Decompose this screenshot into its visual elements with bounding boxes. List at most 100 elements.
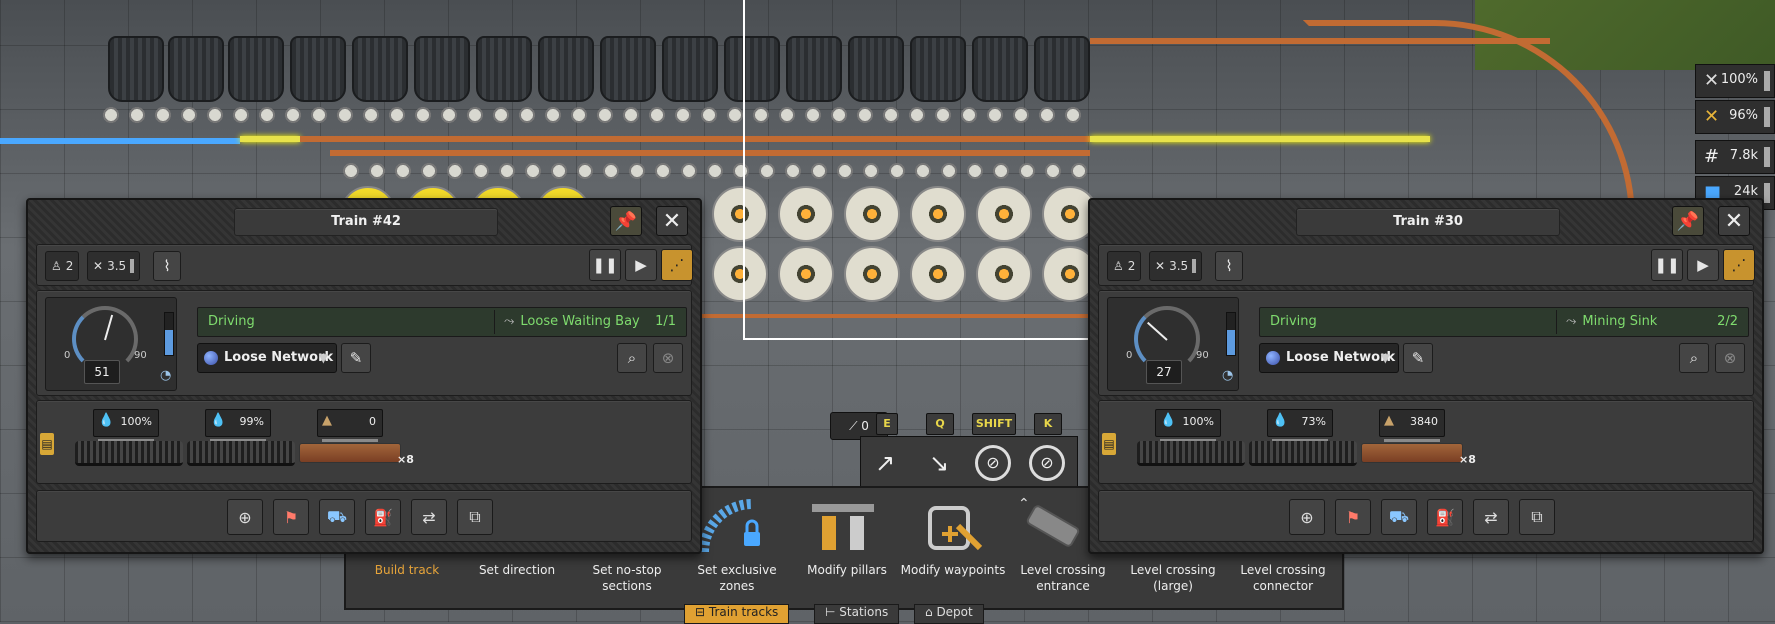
reverse-button[interactable]: ⇄ bbox=[1473, 499, 1509, 535]
crew-chip[interactable]: ♙ 2 bbox=[1107, 251, 1142, 281]
no-pillars-button[interactable]: ⊘ bbox=[975, 445, 1011, 481]
tank bbox=[844, 186, 900, 242]
locomotive[interactable] bbox=[1137, 441, 1245, 466]
clear-button[interactable]: ⊗ bbox=[1715, 343, 1745, 373]
copy-button[interactable]: ⧉ bbox=[457, 499, 493, 535]
locomotive[interactable] bbox=[75, 441, 183, 466]
camera-button[interactable]: ▶ bbox=[1687, 249, 1719, 281]
silo bbox=[290, 36, 346, 102]
throttle-bar[interactable] bbox=[1226, 312, 1236, 356]
cargo-icon: ▲ bbox=[1384, 413, 1394, 428]
wagon[interactable] bbox=[299, 443, 401, 463]
tool-level-crossing-connector[interactable]: Level crossing connector bbox=[1228, 562, 1338, 594]
crew-chip[interactable]: ♙ 2 bbox=[45, 251, 80, 281]
pause-button[interactable]: ❚❚ bbox=[589, 249, 621, 281]
refuel-button[interactable]: ⛽ bbox=[365, 499, 401, 535]
close-button[interactable]: ✕ bbox=[1718, 206, 1750, 236]
network-select[interactable]: Loose Network ▼ bbox=[1259, 343, 1399, 373]
tool-exclusive-zones[interactable]: Set exclusive zones bbox=[682, 562, 792, 594]
acceleration-icon: ◔ bbox=[160, 368, 172, 383]
silo bbox=[662, 36, 718, 102]
search-button[interactable]: ⌕ bbox=[1679, 343, 1709, 373]
close-button[interactable]: ✕ bbox=[656, 206, 688, 236]
tool-level-crossing-large[interactable]: Level crossing (large) bbox=[1118, 562, 1228, 594]
pin-button[interactable]: 📌 bbox=[1672, 206, 1704, 236]
locate-button[interactable]: ⊕ bbox=[227, 499, 263, 535]
copy-button[interactable]: ⧉ bbox=[1519, 499, 1555, 535]
chevron-up-icon[interactable]: ⌃ bbox=[1018, 496, 1030, 512]
maintenance-chip[interactable]: ✕ 3.5 bbox=[87, 251, 141, 281]
route-icon: ⋰ bbox=[669, 256, 685, 274]
tool-build-track[interactable]: Build track bbox=[352, 562, 462, 578]
tool-modify-waypoints[interactable]: Modify waypoints bbox=[898, 562, 1008, 578]
speed-input[interactable]: 51 bbox=[84, 360, 120, 384]
tab-depot[interactable]: ⌂ Depot bbox=[914, 604, 984, 624]
camera-button[interactable]: ▶ bbox=[625, 249, 657, 281]
network-select[interactable]: Loose Network ▼ bbox=[197, 343, 337, 373]
tow-button[interactable]: ⛟ bbox=[319, 499, 355, 535]
pillar-icon[interactable] bbox=[808, 498, 878, 554]
window-titlebar[interactable]: Train #30 📌 ✕ bbox=[1090, 200, 1762, 240]
clear-button[interactable]: ⊗ bbox=[653, 343, 683, 373]
close-icon: ✕ bbox=[1724, 208, 1744, 234]
destination-link[interactable]: ⤳ Loose Waiting Bay bbox=[504, 308, 640, 336]
stats-button[interactable]: ⌇ bbox=[1215, 251, 1243, 281]
refuel-button[interactable]: ⛽ bbox=[1427, 499, 1463, 535]
recover-button[interactable]: ⚑ bbox=[273, 499, 309, 535]
route-button[interactable]: ⋰ bbox=[1723, 249, 1755, 281]
tool-modify-pillars[interactable]: Modify pillars bbox=[792, 562, 902, 578]
wagon[interactable] bbox=[1361, 443, 1463, 463]
destination-link[interactable]: ⤳ Mining Sink bbox=[1566, 308, 1657, 336]
route-button[interactable]: ⋰ bbox=[661, 249, 693, 281]
tow-truck-icon: ⛟ bbox=[326, 506, 348, 526]
speed-input[interactable]: 27 bbox=[1146, 360, 1182, 384]
tools-icon: ✕ bbox=[1155, 259, 1166, 273]
recover-icon: ⚑ bbox=[1345, 507, 1361, 527]
slope-down-button[interactable]: ↘ bbox=[921, 445, 957, 481]
silo bbox=[352, 36, 408, 102]
tab-train-tracks[interactable]: ⊟ Train tracks bbox=[684, 604, 790, 624]
stats-button[interactable]: ⌇ bbox=[153, 251, 181, 281]
reverse-button[interactable]: ⇄ bbox=[411, 499, 447, 535]
key-hint-shift: SHIFT bbox=[972, 413, 1016, 435]
camera-icon: ▶ bbox=[1697, 256, 1709, 274]
key-hint-k: K bbox=[1034, 413, 1062, 435]
silo bbox=[724, 36, 780, 102]
waypoint-icon[interactable] bbox=[918, 498, 988, 554]
hud-track[interactable]: # 7.8k bbox=[1695, 140, 1775, 174]
edit-network-button[interactable]: ✎ bbox=[341, 343, 371, 373]
silo bbox=[168, 36, 224, 102]
locomotive[interactable] bbox=[187, 441, 295, 466]
route-icon: ⤳ bbox=[1566, 314, 1577, 329]
throttle-bar[interactable] bbox=[164, 312, 174, 356]
tool-no-stop-sections[interactable]: Set no-stop sections bbox=[572, 562, 682, 594]
slope-up-button[interactable]: ↗ bbox=[867, 445, 903, 481]
edit-network-button[interactable]: ✎ bbox=[1403, 343, 1433, 373]
locomotive[interactable] bbox=[1249, 441, 1357, 466]
train-actions: ⊕ ⚑ ⛟ ⛽ ⇄ ⧉ bbox=[1098, 490, 1754, 542]
consist-tab-icon[interactable]: ▤ bbox=[40, 433, 54, 455]
tool-level-crossing-entrance[interactable]: Level crossing entrance bbox=[1008, 562, 1118, 594]
recover-button[interactable]: ⚑ bbox=[1335, 499, 1371, 535]
hud-maintenance[interactable]: ✕ 100% bbox=[1695, 64, 1775, 98]
consist-tab-icon[interactable]: ▤ bbox=[1102, 433, 1116, 455]
pause-button[interactable]: ❚❚ bbox=[1651, 249, 1683, 281]
silo bbox=[414, 36, 470, 102]
search-button[interactable]: ⌕ bbox=[617, 343, 647, 373]
pin-icon: 📌 bbox=[614, 210, 638, 232]
hud-maintenance-2[interactable]: ✕ 96% bbox=[1695, 100, 1775, 134]
tab-stations[interactable]: ⊢ Stations bbox=[814, 604, 900, 624]
rail-track bbox=[300, 136, 1090, 142]
tool-set-direction[interactable]: Set direction bbox=[462, 562, 572, 578]
pin-button[interactable]: 📌 bbox=[610, 206, 642, 236]
maintenance-chip[interactable]: ✕ 3.5 bbox=[1149, 251, 1203, 281]
window-titlebar[interactable]: Train #42 📌 ✕ bbox=[28, 200, 700, 240]
silo bbox=[786, 36, 842, 102]
locate-button[interactable]: ⊕ bbox=[1289, 499, 1325, 535]
exclusive-zone-icon[interactable] bbox=[698, 498, 768, 554]
crew-icon: ♙ bbox=[1113, 259, 1124, 273]
tow-button[interactable]: ⛟ bbox=[1381, 499, 1417, 535]
train-consist: ▤ 💧 100% 💧 99% ▲ 0 ×8 bbox=[36, 400, 692, 484]
destination-index: 1/1 bbox=[655, 314, 676, 329]
no-crossing-button[interactable]: ⊘ bbox=[1029, 445, 1065, 481]
